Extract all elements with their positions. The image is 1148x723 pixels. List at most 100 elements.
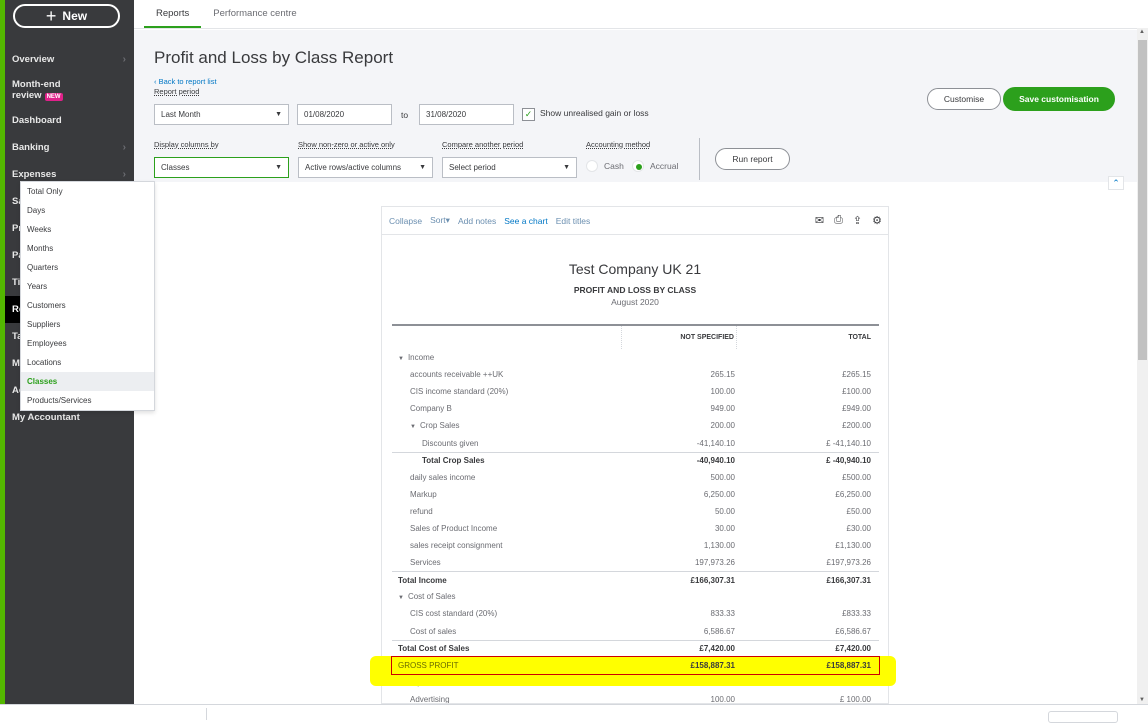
report-period-select[interactable]: Last Month ▼ xyxy=(154,104,289,125)
dropdown-option[interactable]: Quarters xyxy=(21,258,154,277)
value-total[interactable]: £100.00 xyxy=(737,387,877,396)
value-total[interactable]: £158,887.31 xyxy=(737,661,877,670)
value-total[interactable]: £200.00 xyxy=(737,421,877,430)
gear-icon[interactable]: ⚙ xyxy=(872,214,882,227)
value-not-specified[interactable]: £166,307.31 xyxy=(622,576,737,585)
table-row[interactable]: accounts receivable ++UK 265.15 £265.15 xyxy=(392,366,879,383)
value-not-specified[interactable]: 500.00 xyxy=(622,473,737,482)
sidebar-item-month-end-review[interactable]: Month-end review NEW xyxy=(5,73,134,107)
accrual-radio[interactable] xyxy=(632,160,644,172)
value-not-specified[interactable]: 265.15 xyxy=(622,370,737,379)
gross-profit-row[interactable]: GROSS PROFIT £158,887.31 £158,887.31 xyxy=(391,655,880,675)
tab-performance-centre[interactable]: Performance centre xyxy=(201,8,308,28)
tab-reports[interactable]: Reports xyxy=(144,8,202,28)
value-not-specified[interactable]: -41,140.10 xyxy=(622,439,737,448)
value-total[interactable]: £833.33 xyxy=(737,609,877,618)
table-row[interactable]: daily sales income 500.00 £500.00 xyxy=(392,469,879,486)
value-total[interactable]: £ -41,140.10 xyxy=(737,439,877,448)
value-total[interactable]: £265.15 xyxy=(737,370,877,379)
sidebar-item-overview[interactable]: Overview › xyxy=(5,46,134,73)
report-title[interactable]: PROFIT AND LOSS BY CLASS xyxy=(382,285,888,295)
display-columns-select[interactable]: Classes ▼ xyxy=(154,157,289,178)
collapse-toggle-icon[interactable]: ▼ xyxy=(410,424,416,430)
company-name[interactable]: Test Company UK 21 xyxy=(382,261,888,277)
bottom-control[interactable] xyxy=(1048,711,1118,723)
dropdown-option[interactable]: Locations xyxy=(21,353,154,372)
value-not-specified[interactable]: 100.00 xyxy=(622,695,737,703)
sidebar-item-banking[interactable]: Banking › xyxy=(5,134,134,161)
value-not-specified[interactable]: -40,940.10 xyxy=(622,456,737,465)
value-total[interactable]: £500.00 xyxy=(737,473,877,482)
table-row[interactable]: Total Cost of Sales £7,420.00 £7,420.00 xyxy=(392,639,879,657)
table-row[interactable]: Company B 949.00 £949.00 xyxy=(392,400,879,417)
value-not-specified[interactable]: 100.00 xyxy=(622,387,737,396)
value-not-specified[interactable]: £7,420.00 xyxy=(622,644,737,653)
table-row[interactable]: ▼ Income xyxy=(392,349,879,366)
value-not-specified[interactable]: 50.00 xyxy=(622,507,737,516)
table-row[interactable]: Advertising 100.00 £ 100.00 xyxy=(392,691,879,703)
date-to-input[interactable]: 31/08/2020 xyxy=(419,104,514,125)
value-total[interactable]: £197,973.26 xyxy=(737,558,877,567)
sort-link[interactable]: Sort▾ xyxy=(430,215,450,226)
dropdown-option[interactable]: Years xyxy=(21,277,154,296)
table-row[interactable]: sales receipt consignment 1,130.00 £1,130.… xyxy=(392,537,879,554)
scroll-down-icon[interactable]: ▼ xyxy=(1139,697,1145,703)
table-row[interactable]: Markup 6,250.00 £6,250.00 xyxy=(392,486,879,503)
dropdown-option[interactable]: Months xyxy=(21,239,154,258)
table-row[interactable]: refund 50.00 £50.00 xyxy=(392,503,879,520)
save-customisation-button[interactable]: Save customisation xyxy=(1003,87,1115,111)
edit-titles-link[interactable]: Edit titles xyxy=(556,216,591,226)
compare-period-select[interactable]: Select period ▼ xyxy=(442,157,577,178)
table-row[interactable]: ▼ Crop Sales 200.00 £200.00 xyxy=(392,417,879,434)
header-not-specified[interactable]: NOT SPECIFIED xyxy=(622,326,737,349)
value-total[interactable]: £30.00 xyxy=(737,524,877,533)
table-row[interactable]: Cost of sales 6,586.67 £6,586.67 xyxy=(392,623,879,640)
scrollbar-thumb[interactable] xyxy=(1138,40,1147,360)
dropdown-option[interactable]: Total Only xyxy=(21,182,154,201)
print-icon[interactable]: ⎙ xyxy=(834,214,843,227)
value-not-specified[interactable]: 949.00 xyxy=(622,404,737,413)
unrealised-checkbox[interactable]: ✓ xyxy=(522,108,535,121)
table-row[interactable]: Discounts given -41,140.10 £ -41,140.10 xyxy=(392,434,879,451)
sidebar-item-dashboard[interactable]: Dashboard xyxy=(5,107,134,134)
dropdown-option[interactable]: Days xyxy=(21,201,154,220)
date-from-input[interactable]: 01/08/2020 xyxy=(297,104,392,125)
non-zero-select[interactable]: Active rows/active columns ▼ xyxy=(298,157,433,178)
dropdown-option[interactable]: Classes xyxy=(21,372,154,391)
value-not-specified[interactable]: 6,586.67 xyxy=(622,627,737,636)
collapse-toggle-icon[interactable]: ▼ xyxy=(398,356,404,362)
value-not-specified[interactable]: 6,250.00 xyxy=(622,490,737,499)
page-scrollbar[interactable]: ▲ ▼ xyxy=(1137,28,1148,704)
table-row[interactable]: Services 197,973.26 £197,973.26 xyxy=(392,554,879,571)
value-not-specified[interactable]: 1,130.00 xyxy=(622,541,737,550)
export-icon[interactable]: ⇪ xyxy=(853,214,862,227)
dropdown-option[interactable]: Weeks xyxy=(21,220,154,239)
new-button[interactable]: + New xyxy=(13,4,120,28)
value-total[interactable]: £166,307.31 xyxy=(737,576,877,585)
value-total[interactable]: £1,130.00 xyxy=(737,541,877,550)
dropdown-option[interactable]: Suppliers xyxy=(21,315,154,334)
table-row[interactable]: CIS income standard (20%) 100.00 £100.00 xyxy=(392,383,879,400)
value-total[interactable]: £949.00 xyxy=(737,404,877,413)
run-report-button[interactable]: Run report xyxy=(715,148,790,170)
dropdown-option[interactable]: Products/Services xyxy=(21,391,154,410)
value-total[interactable]: £7,420.00 xyxy=(737,644,877,653)
value-total[interactable]: £6,250.00 xyxy=(737,490,877,499)
collapse-panel-chevron-up-icon[interactable]: ⌃ xyxy=(1108,176,1124,190)
header-total[interactable]: TOTAL xyxy=(737,334,877,341)
dropdown-option[interactable]: Customers xyxy=(21,296,154,315)
table-row[interactable]: Total Income £166,307.31 £166,307.31 xyxy=(392,571,879,588)
table-row[interactable]: ▼ Cost of Sales xyxy=(392,588,879,605)
value-total[interactable]: £ 100.00 xyxy=(737,695,877,703)
back-to-report-list-link[interactable]: ‹ Back to report list xyxy=(154,77,217,86)
value-not-specified[interactable]: 833.33 xyxy=(622,609,737,618)
collapse-toggle-icon[interactable]: ▼ xyxy=(398,595,404,601)
value-not-specified[interactable]: 197,973.26 xyxy=(622,558,737,567)
value-total[interactable]: £ -40,940.10 xyxy=(737,456,877,465)
collapse-link[interactable]: Collapse xyxy=(389,216,422,226)
table-row[interactable]: Sales of Product Income 30.00 £30.00 xyxy=(392,520,879,537)
value-total[interactable]: £6,586.67 xyxy=(737,627,877,636)
add-notes-link[interactable]: Add notes xyxy=(458,216,496,226)
table-row[interactable]: CIS cost standard (20%) 833.33 £833.33 xyxy=(392,605,879,622)
value-total[interactable]: £50.00 xyxy=(737,507,877,516)
